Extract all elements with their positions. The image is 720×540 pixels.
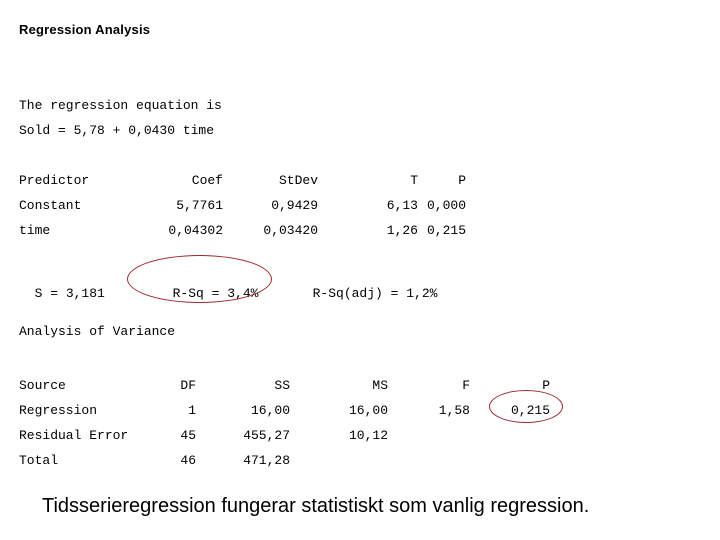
cell-ms: 16,00: [348, 403, 388, 418]
predictor-coefficients-table: Predictor Coef StDev T P Constant 5,7761…: [19, 168, 466, 243]
summary-s-value: S = 3,181: [34, 286, 105, 301]
cell-stdev: 0,9429: [271, 198, 318, 213]
table-row: Regression 1 16,00 16,00 1,58 0,215: [19, 398, 550, 423]
cell-df: 46: [180, 453, 196, 468]
column-header-ms: MS: [372, 378, 388, 393]
column-header-stdev: StDev: [278, 173, 318, 188]
table-row: Constant 5,7761 0,9429 6,13 0,000: [19, 193, 466, 218]
cell-predictor: Constant: [19, 198, 82, 213]
cell-coef: 5,7761: [176, 198, 223, 213]
cell-p: [470, 423, 550, 448]
column-header-p: P: [542, 378, 550, 393]
cell-predictor: time: [19, 223, 51, 238]
column-header-source: Source: [19, 378, 66, 393]
column-header-coef: Coef: [191, 173, 223, 188]
column-header-ss: SS: [274, 378, 290, 393]
regression-equation-formula: Sold = 5,78 + 0,0430 time: [19, 123, 215, 138]
table-row: Residual Error 45 455,27 10,12: [19, 423, 550, 448]
column-header-df: DF: [180, 378, 196, 393]
table-row: time 0,04302 0,03420 1,26 0,215: [19, 218, 466, 243]
cell-stdev: 0,03420: [263, 223, 318, 238]
cell-f: [388, 423, 470, 448]
summary-r-sq-adj-value: R-Sq(adj) = 1,2%: [312, 286, 438, 301]
cell-f: [388, 448, 470, 473]
column-header-p: P: [458, 173, 466, 188]
anova-table: Source DF SS MS F P Regression 1 16,00 1…: [19, 373, 550, 473]
cell-df: 45: [180, 428, 196, 443]
cell-p: 0,000: [426, 198, 466, 213]
cell-source: Residual Error: [19, 428, 129, 443]
table-header-row: Predictor Coef StDev T P: [19, 168, 466, 193]
cell-coef: 0,04302: [168, 223, 223, 238]
cell-ss: 471,28: [243, 453, 290, 468]
cell-ss: 16,00: [250, 403, 290, 418]
cell-f: 1,58: [438, 403, 470, 418]
slide-caption: Tidsserieregression fungerar statistiskt…: [42, 495, 590, 517]
column-header-predictor: Predictor: [19, 173, 90, 188]
regression-equation-intro: The regression equation is: [19, 98, 222, 113]
cell-p: [470, 448, 550, 473]
cell-t: 1,26: [386, 223, 418, 238]
cell-p: 0,215: [426, 223, 466, 238]
anova-heading: Analysis of Variance: [19, 324, 176, 339]
model-summary-line: S = 3,181 R-Sq = 3,4% R-Sq(adj) = 1,2%: [19, 274, 438, 301]
cell-ss: 455,27: [243, 428, 290, 443]
cell-p: 0,215: [510, 403, 550, 418]
page-title: Regression Analysis: [19, 22, 151, 37]
cell-ms: 10,12: [348, 428, 388, 443]
cell-source: Regression: [19, 403, 98, 418]
cell-source: Total: [19, 453, 59, 468]
column-header-t: T: [410, 173, 418, 188]
summary-r-sq-value: R-Sq = 3,4%: [172, 286, 259, 301]
table-row: Total 46 471,28: [19, 448, 550, 473]
column-header-f: F: [462, 378, 470, 393]
cell-t: 6,13: [386, 198, 418, 213]
table-header-row: Source DF SS MS F P: [19, 373, 550, 398]
cell-ms: [290, 448, 388, 473]
cell-df: 1: [188, 403, 196, 418]
